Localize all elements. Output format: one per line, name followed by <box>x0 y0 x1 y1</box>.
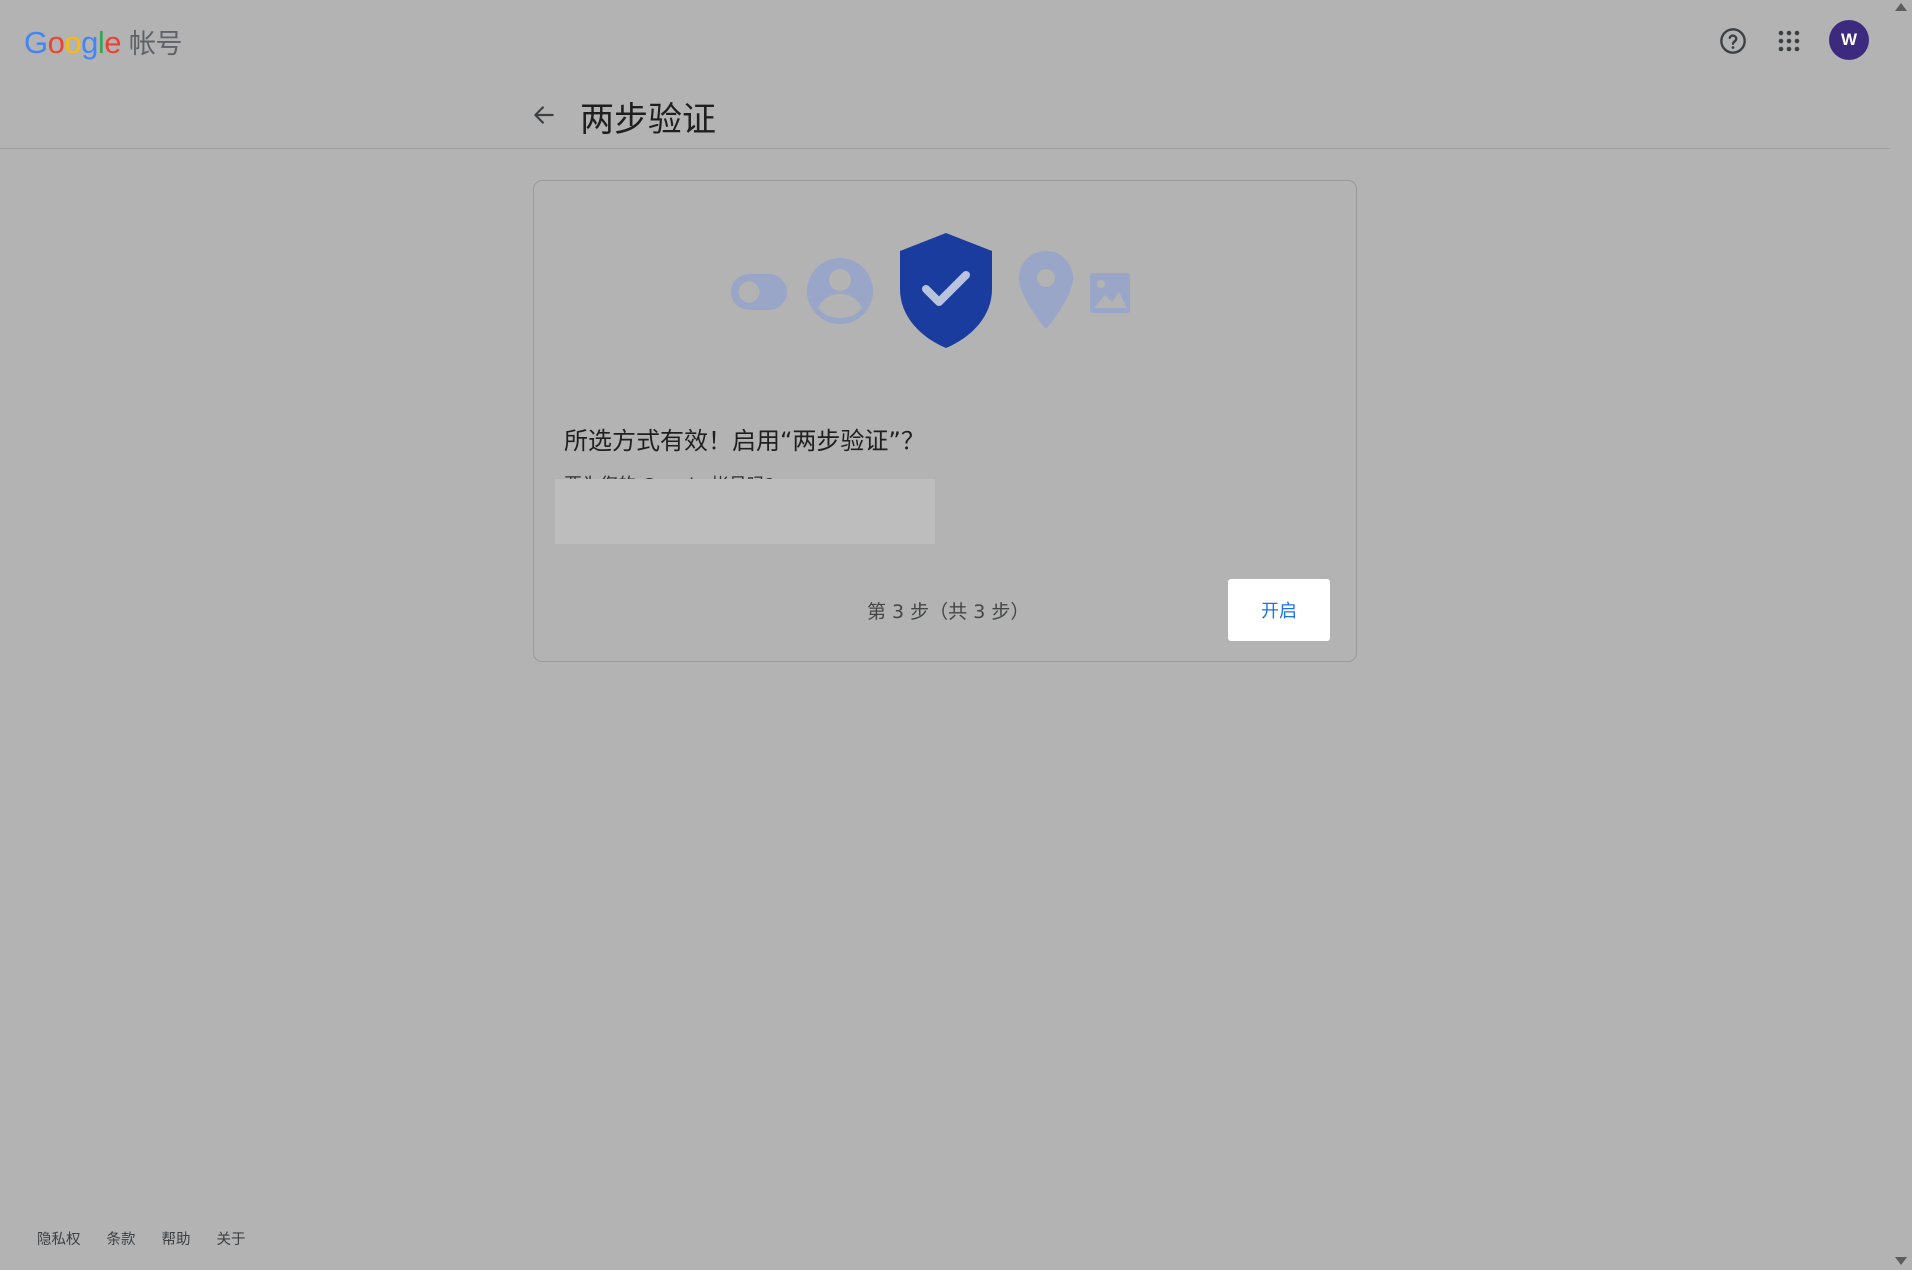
logo-letter: g <box>81 25 98 60</box>
image-icon <box>1090 273 1130 313</box>
toggle-icon <box>731 274 787 310</box>
shield-check-icon <box>900 233 992 348</box>
footer-link-terms[interactable]: 条款 <box>107 1228 136 1249</box>
step-indicator: 第 3 步（共 3 步） <box>867 601 1030 623</box>
back-button[interactable] <box>526 97 562 133</box>
logo-letter: G <box>24 25 48 60</box>
footer-link-privacy[interactable]: 隐私权 <box>37 1228 81 1249</box>
page-title: 两步验证 <box>580 100 716 140</box>
footer-link-about[interactable]: 关于 <box>217 1228 246 1249</box>
page: G o o g l e 帐号 W 两步验证 所选方式有效！启用“两步验证”？ 第… <box>0 0 1912 1270</box>
product-name: 帐号 <box>129 29 183 60</box>
footer-link-help[interactable]: 帮助 <box>162 1228 191 1249</box>
help-circle-icon <box>1720 28 1746 54</box>
account-avatar[interactable]: W <box>1829 20 1869 60</box>
arrow-back-icon <box>534 106 554 124</box>
footer: 隐私权 条款 帮助 关于 <box>37 1228 246 1249</box>
logo-letter: o <box>64 25 82 60</box>
redacted-area <box>555 479 935 544</box>
logo-letter: o <box>47 25 65 60</box>
help-button[interactable] <box>1716 24 1750 58</box>
scroll-up-arrow-icon[interactable] <box>1895 3 1907 11</box>
scroll-down-arrow-icon[interactable] <box>1895 1257 1907 1265</box>
page-scrollbar[interactable] <box>1890 0 1912 1270</box>
card-heading: 所选方式有效！启用“两步验证”？ <box>564 427 925 455</box>
logo-letter: e <box>104 25 122 60</box>
person-icon <box>807 258 873 324</box>
apps-grid-icon <box>1778 30 1800 52</box>
apps-button[interactable] <box>1772 24 1806 58</box>
security-illustration <box>731 233 1130 348</box>
google-account-logo[interactable]: G o o g l e 帐号 <box>24 22 183 61</box>
turn-on-button[interactable]: 开启 <box>1228 579 1330 641</box>
title-row: 两步验证 <box>0 80 1890 149</box>
top-bar: G o o g l e 帐号 W <box>0 0 1890 80</box>
location-pin-icon <box>1019 251 1073 329</box>
confirmation-card: 所选方式有效！启用“两步验证”？ 要为您的 Google 帐号吗? 第 3 步（… <box>533 180 1357 662</box>
